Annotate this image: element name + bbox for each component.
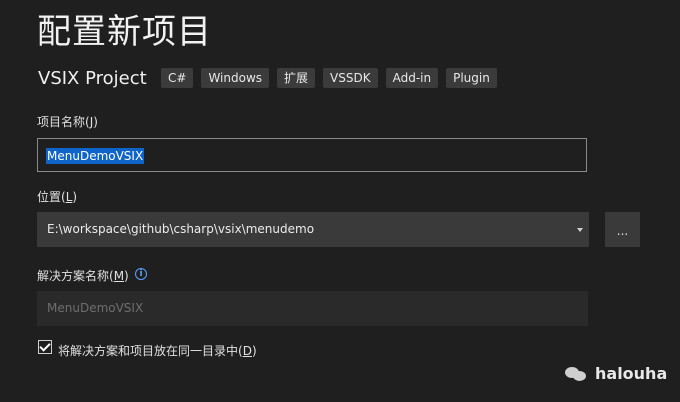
dropdown-arrow-icon[interactable] <box>577 228 583 232</box>
location-value: E:\workspace\github\csharp\vsix\menudemo <box>47 222 315 236</box>
tag-addin: Add-in <box>385 68 439 88</box>
watermark: halouha <box>565 364 667 383</box>
info-icon[interactable]: i <box>135 268 147 280</box>
project-name-value: MenuDemoVSIX <box>46 148 145 164</box>
browse-button[interactable]: ... <box>605 212 640 247</box>
tag-windows: Windows <box>201 68 270 88</box>
same-directory-label[interactable]: 将解决方案和项目放在同一目录中(D) <box>58 342 257 359</box>
project-name-label: 项目名称(J) <box>37 115 98 129</box>
page-title: 配置新项目 <box>37 12 212 52</box>
project-template-name: VSIX Project <box>38 68 147 89</box>
tag-csharp: C# <box>161 68 194 88</box>
solution-name-label: 解决方案名称(M) <box>37 269 129 283</box>
project-name-input[interactable]: MenuDemoVSIX <box>37 138 587 172</box>
location-combobox[interactable]: E:\workspace\github\csharp\vsix\menudemo <box>37 212 589 247</box>
tag-extension: 扩展 <box>277 68 316 88</box>
wechat-icon <box>565 365 587 383</box>
tag-plugin: Plugin <box>446 68 497 88</box>
tag-vssdk: VSSDK <box>323 68 378 88</box>
same-directory-checkbox[interactable] <box>38 340 52 354</box>
project-tags: C# Windows 扩展 VSSDK Add-in Plugin <box>161 68 497 88</box>
solution-name-input[interactable]: MenuDemoVSIX <box>37 291 588 326</box>
location-label: 位置(L) <box>37 190 78 204</box>
solution-name-placeholder: MenuDemoVSIX <box>47 301 144 315</box>
watermark-text: halouha <box>595 364 668 383</box>
